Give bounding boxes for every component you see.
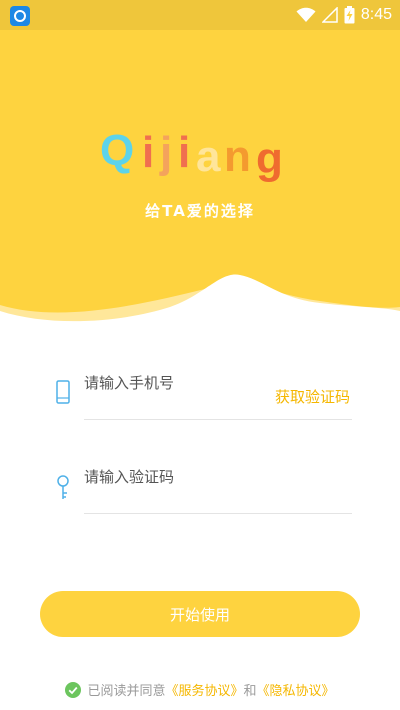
code-field[interactable]: 请输入验证码 [48,460,352,514]
svg-text:i: i [142,128,154,177]
phone-field-underline [84,419,352,420]
agreement-prefix: 已阅读并同意 [87,683,166,698]
hero-wave-decoration [0,274,400,345]
status-time: 8:45 [360,6,392,23]
check-circle-icon[interactable] [65,681,82,698]
get-code-button[interactable]: 获取验证码 [275,386,350,407]
service-terms-link[interactable]: 《服务协议》 [165,680,243,699]
battery-charging-icon [344,6,355,24]
privacy-terms-link[interactable]: 《隐私协议》 [257,680,335,699]
code-input[interactable]: 请输入验证码 [84,466,174,487]
status-bar: 8:45 [0,0,400,30]
start-button[interactable]: 开始使用 [40,591,360,637]
signal-icon [321,7,338,23]
svg-text:Q: Q [100,126,134,175]
code-field-underline [84,513,352,514]
phone-icon [56,380,70,404]
agreement-conjunction: 和 [243,683,257,698]
svg-text:a: a [196,132,221,181]
agreement-row: 已阅读并同意 《服务协议》 和 《隐私协议》 [0,680,400,699]
svg-text:i: i [178,128,190,177]
phone-field[interactable]: 请输入手机号 获取验证码 [48,366,352,420]
key-icon [57,475,69,499]
phone-input[interactable]: 请输入手机号 [84,372,174,393]
wifi-icon [296,7,316,22]
brand-tagline: 给TA爱的选择 [145,202,255,220]
app-icon[interactable] [10,6,30,26]
svg-text:g: g [256,134,283,183]
brand-logo: Q i j i a n g [100,126,283,183]
svg-text:j: j [159,128,172,177]
svg-text:n: n [224,132,251,181]
